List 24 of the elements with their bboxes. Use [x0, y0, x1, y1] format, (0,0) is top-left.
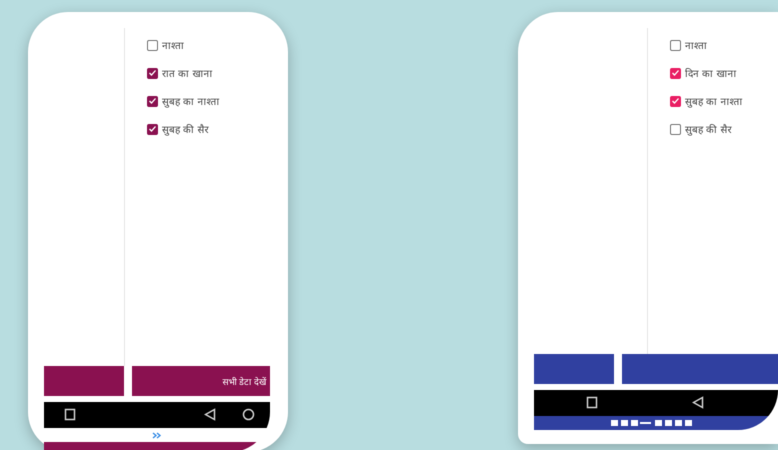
checkbox[interactable] — [670, 68, 681, 78]
back-icon[interactable] — [692, 396, 704, 409]
checkbox[interactable] — [147, 40, 158, 50]
checkbox[interactable] — [670, 40, 681, 50]
checkbox-label: सुबह की सैर — [162, 123, 208, 136]
recent-apps-icon[interactable] — [586, 396, 598, 409]
checkbox[interactable] — [147, 68, 158, 78]
checkbox-label: दिन का खाना — [685, 67, 736, 80]
action-bar[interactable]: सभी डेटा देखें — [132, 366, 270, 396]
checkbox-label: सुबह की सैर — [685, 123, 732, 136]
checkbox-label: रात का खाना — [162, 68, 212, 80]
double-arrow-icon — [152, 432, 162, 438]
checkbox[interactable] — [147, 124, 158, 134]
home-icon[interactable] — [242, 408, 255, 421]
back-icon[interactable] — [204, 408, 216, 421]
checkbox-label: सुबह का नाश्ता — [162, 96, 220, 108]
action-label: सभी डेटा देखें — [222, 376, 266, 388]
checkbox[interactable] — [670, 124, 681, 134]
recent-apps-icon[interactable] — [64, 408, 76, 421]
checkbox[interactable] — [670, 96, 681, 106]
checkbox-label: सुबह का नाश्ता — [685, 96, 742, 108]
checkbox[interactable] — [147, 96, 158, 106]
checkbox-label: नाश्ता — [685, 40, 707, 52]
checkbox-label: नाश्ता — [162, 40, 184, 52]
